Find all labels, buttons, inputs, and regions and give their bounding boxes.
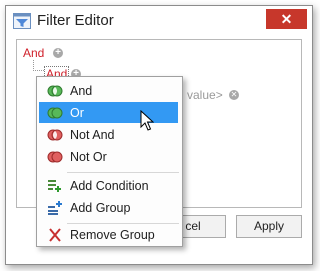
menu-item-add-condition[interactable]: Add Condition	[39, 175, 178, 196]
add-group-icon	[48, 201, 62, 215]
menu-item-or[interactable]: Or	[39, 102, 178, 123]
not-and-group-icon	[47, 129, 63, 141]
root-add-icon[interactable]: +	[53, 48, 63, 58]
menu-item-not-or[interactable]: Not Or	[39, 146, 178, 167]
remove-group-icon	[49, 228, 61, 242]
or-group-icon	[47, 107, 63, 119]
menu-item-remove-group[interactable]: Remove Group	[39, 224, 178, 245]
group-context-menu: And Or Not And Not Or Add Condition Add …	[36, 76, 183, 247]
root-group-operator[interactable]: And	[23, 46, 44, 60]
tree-connector-line	[33, 60, 44, 71]
menu-item-and[interactable]: And	[39, 80, 178, 101]
menu-separator	[67, 172, 179, 173]
apply-button[interactable]: Apply	[236, 215, 302, 238]
condition-value-placeholder[interactable]: value>	[187, 88, 223, 102]
window-title: Filter Editor	[37, 12, 114, 29]
menu-item-label: Remove Group	[70, 228, 155, 242]
title-bar: Filter Editor ✕	[6, 6, 312, 36]
not-or-group-icon	[47, 151, 63, 163]
menu-item-label: Not Or	[70, 150, 107, 164]
menu-item-add-group[interactable]: Add Group	[39, 197, 178, 218]
filter-editor-app-icon	[13, 13, 31, 29]
menu-item-label: Not And	[70, 128, 115, 142]
remove-condition-icon[interactable]: ✕	[229, 90, 239, 100]
add-condition-icon	[48, 180, 61, 192]
menu-item-label: And	[70, 84, 93, 98]
and-group-icon	[47, 85, 63, 97]
menu-item-label: Add Condition	[70, 179, 149, 193]
close-button[interactable]: ✕	[266, 9, 307, 29]
menu-item-label: Or	[70, 106, 84, 120]
menu-item-not-and[interactable]: Not And	[39, 124, 178, 145]
mouse-cursor-icon	[140, 110, 154, 131]
menu-item-label: Add Group	[70, 201, 131, 215]
